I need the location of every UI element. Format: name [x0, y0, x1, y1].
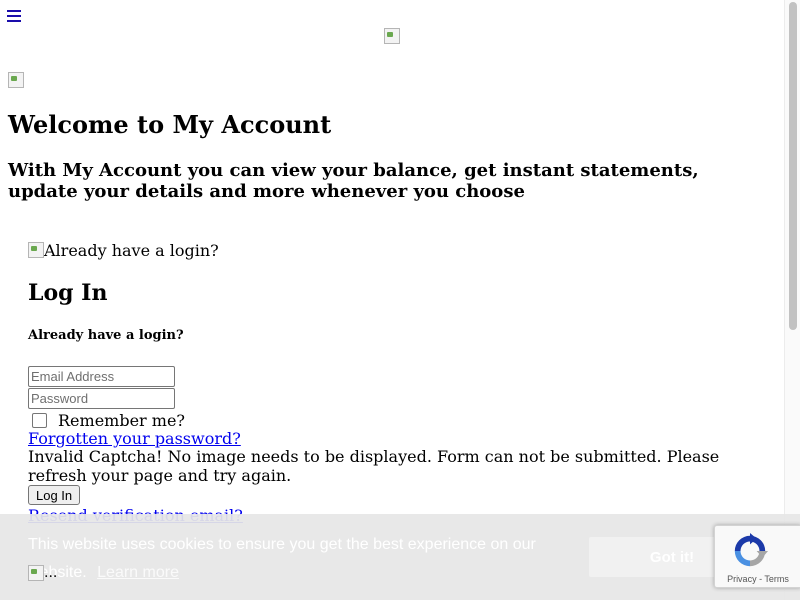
login-image-placeholder: Already have a login?: [28, 240, 219, 260]
remember-me-label: Remember me?: [58, 410, 185, 430]
site-logo-broken-image-icon: [384, 28, 400, 44]
recaptcha-logo-icon: [734, 532, 769, 567]
recaptcha-links: Privacy - Terms: [715, 574, 800, 584]
broken-image-icon: [28, 565, 44, 581]
page-scrollbar[interactable]: [784, 0, 800, 600]
password-field[interactable]: [28, 388, 175, 409]
forgot-password-link[interactable]: Forgotten your password?: [28, 429, 241, 448]
banner-broken-image-icon: [8, 72, 24, 88]
recaptcha-terms-link[interactable]: Terms: [764, 574, 789, 584]
recaptcha-badge[interactable]: Privacy - Terms: [714, 525, 800, 588]
bottom-image-placeholder: ...: [28, 565, 57, 581]
hamburger-menu-icon[interactable]: [7, 10, 21, 24]
broken-image-icon: [28, 242, 44, 258]
captcha-error-message: Invalid Captcha! No image needs to be di…: [28, 447, 720, 485]
cookie-consent-bar: This website uses cookies to ensure you …: [0, 514, 800, 600]
remember-me-checkbox[interactable]: [32, 412, 47, 428]
login-image-alt-text: Already have a login?: [44, 240, 219, 260]
learn-more-link[interactable]: Learn more: [97, 564, 179, 581]
cookie-message: This website uses cookies to ensure you …: [28, 531, 568, 587]
recaptcha-privacy-link[interactable]: Privacy: [727, 574, 757, 584]
email-field[interactable]: [28, 366, 175, 387]
remember-me-row[interactable]: Remember me?: [28, 410, 185, 430]
page-subtitle: With My Account you can view your balanc…: [8, 160, 699, 202]
bottom-image-alt-text: ...: [44, 565, 58, 581]
page-title: Welcome to My Account: [8, 110, 332, 139]
already-have-login-text: Already have a login?: [28, 328, 184, 343]
scrollbar-thumb[interactable]: [789, 2, 797, 330]
login-button[interactable]: Log In: [28, 485, 81, 505]
login-heading: Log In: [28, 280, 108, 306]
